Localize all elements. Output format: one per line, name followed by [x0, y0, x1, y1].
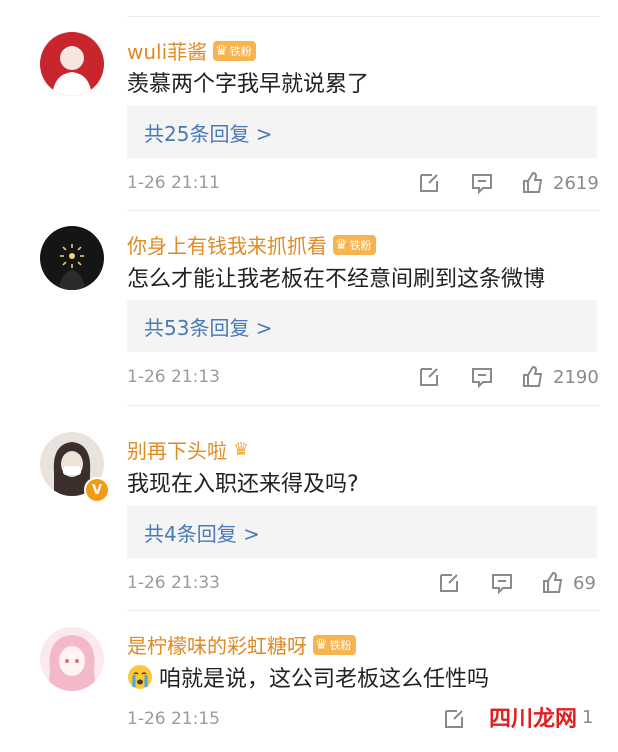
like-button[interactable]: 2190 [521, 365, 599, 389]
replies-link[interactable]: 共25条回复 > [127, 106, 597, 158]
comment-icon [492, 574, 512, 595]
repost-button[interactable] [437, 571, 461, 595]
repost-icon [420, 174, 438, 192]
site-watermark: 四川龙网 [485, 701, 582, 733]
repost-icon [445, 710, 463, 728]
username-text[interactable]: wuli菲酱 [127, 36, 207, 65]
avatar-image [40, 226, 104, 290]
divider [127, 405, 600, 406]
thumbs-up-icon [523, 171, 543, 193]
thumbs-up-icon [523, 365, 543, 387]
replies-label[interactable]: 共25条回复 > [144, 118, 273, 147]
username-text[interactable]: 你身上有钱我来抓抓看 [127, 230, 327, 259]
comment-text: 咱就是说，这公司老板这么任性吗 [127, 661, 489, 693]
like-count: 1 [582, 707, 594, 728]
avatar-image [40, 32, 104, 96]
username[interactable]: 是柠檬味的彩虹糖呀 ♛ 铁粉 [127, 630, 356, 659]
like-count: 2190 [553, 366, 599, 388]
replies-label[interactable]: 共53条回复 > [144, 312, 273, 341]
crown-icon: ♛ [315, 636, 328, 653]
comment-text: 羡慕两个字我早就说累了 [127, 66, 369, 98]
comment-text: 我现在入职还来得及吗? [127, 466, 359, 498]
thumbs-up-icon [543, 571, 563, 593]
repost-button[interactable] [442, 707, 466, 731]
crying-face-icon [128, 665, 152, 689]
avatar[interactable] [40, 226, 104, 290]
comment-text-content: 咱就是说，这公司老板这么任性吗 [159, 667, 490, 692]
like-button[interactable]: 1 [582, 707, 593, 728]
comment-button[interactable] [470, 365, 494, 389]
repost-button[interactable] [417, 365, 441, 389]
comment-icon [472, 368, 492, 389]
crown-icon: ♛ [335, 236, 348, 253]
comment-meta: 1-26 21:13 2190 [127, 365, 600, 393]
like-count: 69 [573, 572, 596, 594]
repost-button[interactable] [417, 171, 441, 195]
timestamp: 1-26 21:11 [127, 173, 220, 193]
comment-text-content: 怎么才能让我老板在不经意间刷到这条微博 [127, 267, 546, 292]
replies-link[interactable]: 共53条回复 > [127, 300, 597, 352]
divider [127, 210, 600, 211]
username[interactable]: 你身上有钱我来抓抓看 ♛ 铁粉 [127, 230, 376, 259]
timestamp: 1-26 21:15 [127, 709, 220, 729]
username[interactable]: 别再下头啦 ♛ [127, 435, 249, 464]
fan-badge: ♛ 铁粉 [213, 40, 256, 61]
avatar[interactable] [40, 32, 104, 96]
comment-button[interactable] [470, 171, 494, 195]
fan-badge: ♛ 铁粉 [333, 234, 376, 255]
divider [127, 610, 600, 611]
avatar[interactable] [40, 627, 104, 691]
username-text[interactable]: 是柠檬味的彩虹糖呀 [127, 630, 307, 659]
comment-text-content: 羡慕两个字我早就说累了 [127, 72, 370, 97]
fan-badge-label: 铁粉 [329, 638, 352, 652]
fan-badge-label: 铁粉 [349, 238, 372, 252]
comment-meta: 1-26 21:33 69 [127, 571, 600, 599]
like-button[interactable]: 2619 [521, 171, 599, 195]
crown-icon: ♛ [233, 439, 250, 460]
username[interactable]: wuli菲酱 ♛ 铁粉 [127, 36, 256, 65]
replies-label[interactable]: 共4条回复 > [144, 518, 260, 547]
timestamp: 1-26 21:33 [127, 573, 220, 593]
comment-text: 怎么才能让我老板在不经意间刷到这条微博 [127, 261, 545, 293]
like-count: 2619 [553, 172, 599, 194]
fan-badge-label: 铁粉 [229, 44, 252, 58]
repost-icon [420, 368, 438, 386]
crown-icon: ♛ [215, 42, 228, 59]
replies-link[interactable]: 共4条回复 > [127, 506, 597, 558]
verified-mark: V [91, 482, 103, 498]
like-button[interactable]: 69 [541, 571, 596, 595]
avatar-image [40, 627, 104, 691]
top-divider [127, 16, 600, 17]
repost-icon [440, 574, 458, 592]
timestamp: 1-26 21:13 [127, 367, 220, 387]
verified-badge: V [84, 477, 110, 503]
comment-meta: 1-26 21:11 2619 [127, 171, 600, 199]
comment-text-content: 我现在入职还来得及吗? [127, 472, 359, 497]
comment-button[interactable] [490, 571, 514, 595]
fan-badge: ♛ 铁粉 [313, 634, 356, 655]
username-text[interactable]: 别再下头啦 [127, 435, 227, 464]
comment-icon [472, 174, 492, 195]
